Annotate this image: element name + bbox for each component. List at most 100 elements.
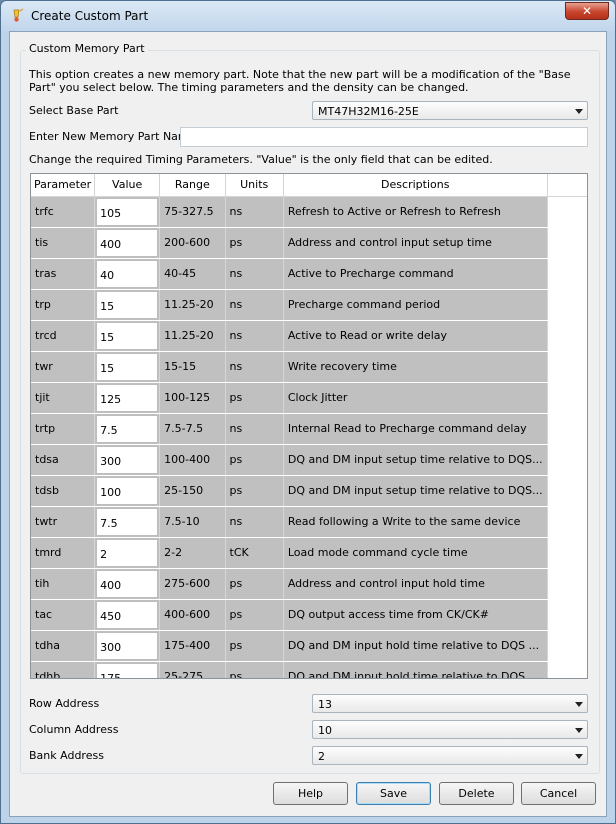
range-cell: 200-600 [159,227,226,259]
filler-cell [547,413,587,445]
parameter-cell: tac [31,599,96,631]
table-row[interactable]: tih 400 275-600 ps Address and control input… [31,568,587,600]
column-header-range[interactable]: Range [159,174,226,197]
value-input[interactable]: 40 [96,259,159,288]
value-input[interactable]: 15 [96,352,159,381]
cancel-button[interactable]: Cancel [521,782,596,805]
parameter-cell: tjit [31,382,96,414]
value-cell: 175 [94,661,161,678]
table-row[interactable]: trcd 15 11.25-20 ns Active to Read or write … [31,320,587,352]
delete-button[interactable]: Delete [439,782,514,805]
range-cell: 25-275 [159,661,226,678]
value-input[interactable]: 7.5 [96,414,159,443]
help-button[interactable]: Help [273,782,348,805]
title-bar[interactable]: Create Custom Part ✕ [1,1,615,31]
filler-cell [547,444,587,476]
table-row[interactable]: trtp 7.5 7.5-7.5 ns Internal Read to Prechar… [31,413,587,445]
value-input[interactable]: 15 [96,290,159,319]
units-cell: ps [225,444,284,476]
value-input[interactable]: 125 [96,383,159,412]
filler-cell [547,320,587,352]
timing-table-body: trfc 105 75-327.5 ns Refresh to Active or Re… [31,196,587,678]
save-button[interactable]: Save [356,782,431,805]
bank-address-select[interactable]: 2 [312,746,588,765]
table-row[interactable]: twtr 7.5 7.5-10 ns Read following a Write to… [31,506,587,538]
group-legend: Custom Memory Part [26,42,148,55]
column-header-parameter[interactable]: Parameter [31,174,96,197]
description-cell: DQ and DM input setup time relative to D… [283,444,548,476]
value-input[interactable]: 400 [96,228,159,257]
value-input[interactable]: 7.5 [96,507,159,536]
table-row[interactable]: tdsa 300 100-400 ps DQ and DM input setup ti… [31,444,587,476]
value-input[interactable]: 2 [96,538,159,567]
range-cell: 15-15 [159,351,226,383]
table-row[interactable]: tras 40 40-45 ns Active to Precharge command [31,258,587,290]
base-part-select[interactable]: MT47H32M16-25E [312,101,588,120]
table-row[interactable]: tdha 300 175-400 ps DQ and DM input hold tim… [31,630,587,662]
units-cell: ns [225,289,284,321]
column-header-units[interactable]: Units [225,174,284,197]
value-cell: 105 [94,196,161,228]
filler-cell [547,661,587,678]
parameter-cell: twr [31,351,96,383]
units-cell: ns [225,351,284,383]
table-row[interactable]: tmrd 2 2-2 tCK Load mode command cycle time [31,537,587,569]
value-cell: 450 [94,599,161,631]
parameter-cell: tdha [31,630,96,662]
units-cell: ns [225,413,284,445]
value-input[interactable]: 450 [96,600,159,629]
range-cell: 400-600 [159,599,226,631]
table-row[interactable]: tis 400 200-600 ps Address and control input… [31,227,587,259]
value-input[interactable]: 300 [96,445,159,474]
table-row[interactable]: tdsb 100 25-150 ps DQ and DM input setup tim… [31,475,587,507]
value-cell: 300 [94,444,161,476]
description-cell: Active to Precharge command [283,258,548,290]
range-cell: 175-400 [159,630,226,662]
dialog-window: Create Custom Part ✕ Custom Memory Part … [0,0,616,824]
units-cell: ns [225,506,284,538]
description-cell: Load mode command cycle time [283,537,548,569]
table-row[interactable]: tac 450 400-600 ps DQ output access time fro… [31,599,587,631]
table-row[interactable]: tjit 125 100-125 ps Clock Jitter [31,382,587,414]
filler-cell [547,258,587,290]
value-input[interactable]: 400 [96,569,159,598]
value-input[interactable]: 300 [96,631,159,660]
column-header-value[interactable]: Value [94,174,161,197]
column-address-select[interactable]: 10 [312,720,588,739]
units-cell: ps [225,475,284,507]
parameter-cell: trp [31,289,96,321]
table-row[interactable]: trp 15 11.25-20 ns Precharge command period [31,289,587,321]
column-header-descriptions[interactable]: Descriptions [283,174,548,197]
range-cell: 11.25-20 [159,289,226,321]
bank-address-value: 2 [318,750,325,763]
row-address-select[interactable]: 13 [312,694,588,713]
value-input[interactable]: 105 [96,197,159,226]
value-input[interactable]: 15 [96,321,159,350]
parameter-cell: twtr [31,506,96,538]
value-input[interactable]: 175 [96,662,159,678]
intro-text: This option creates a new memory part. N… [29,68,571,94]
description-cell: Precharge command period [283,289,548,321]
value-cell: 400 [94,568,161,600]
value-input[interactable]: 100 [96,476,159,505]
column-header-filler [547,174,587,197]
new-part-name-input[interactable] [180,127,588,147]
range-cell: 2-2 [159,537,226,569]
value-cell: 7.5 [94,413,161,445]
parameter-cell: tih [31,568,96,600]
app-icon [13,8,24,22]
table-row[interactable]: twr 15 15-15 ns Write recovery time [31,351,587,383]
filler-cell [547,537,587,569]
value-cell: 400 [94,227,161,259]
row-address-value: 13 [318,698,332,711]
table-row[interactable]: trfc 105 75-327.5 ns Refresh to Active or Re… [31,196,587,228]
value-cell: 100 [94,475,161,507]
units-cell: ns [225,320,284,352]
description-cell: Read following a Write to the same devic… [283,506,548,538]
close-icon: ✕ [581,4,593,18]
parameter-cell: tdsa [31,444,96,476]
bank-address-label: Bank Address [29,749,104,762]
close-button[interactable]: ✕ [565,2,609,20]
table-row[interactable]: tdhb 175 25-275 ps DQ and DM input hold time… [31,661,587,678]
range-cell: 7.5-7.5 [159,413,226,445]
